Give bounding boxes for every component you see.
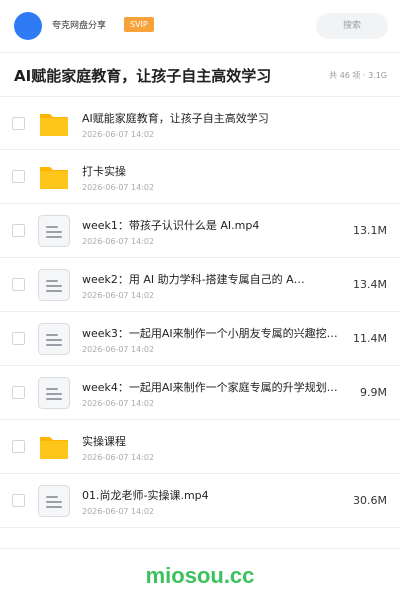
file-name[interactable]: week2：用 AI 助力学科-搭建专属自己的 A… <box>82 272 338 288</box>
document-icon <box>37 376 71 410</box>
file-date: 2026-06-07 14:02 <box>82 291 155 300</box>
document-icon <box>37 322 71 356</box>
watermark: miosou.cc <box>145 563 255 588</box>
select-checkbox[interactable] <box>12 494 25 507</box>
file-row[interactable]: 01.尚龙老师-实操课.mp4 2026-06-07 14:02 30.6M <box>0 474 400 528</box>
file-row[interactable]: 实操课程 2026-06-07 14:02 <box>0 420 400 474</box>
select-checkbox[interactable] <box>12 170 25 183</box>
avatar[interactable] <box>14 12 42 40</box>
file-row[interactable]: week3：一起用AI来制作一个小朋友专属的兴趣挖… 2026-06-07 14:… <box>0 312 400 366</box>
file-date: 2026-06-07 14:02 <box>82 453 155 462</box>
select-checkbox[interactable] <box>12 224 25 237</box>
select-checkbox[interactable] <box>12 386 25 399</box>
search-input[interactable]: 搜索 <box>316 13 388 39</box>
file-row[interactable]: AI赋能家庭教育，让孩子自主高效学习 2026-06-07 14:02 <box>0 96 400 150</box>
file-size: 13.1M <box>353 224 387 237</box>
share-name: 夸克网盘分享 <box>52 21 107 31</box>
item-summary: 共 46 项 · 3.1G <box>329 71 387 80</box>
file-size: 11.4M <box>353 332 387 345</box>
file-row[interactable]: week4：一起用AI来制作一个家庭专属的升学规划… 2026-06-07 14:… <box>0 366 400 420</box>
file-date: 2026-06-07 14:02 <box>82 183 155 192</box>
document-icon <box>37 484 71 518</box>
file-date: 2026-06-07 14:02 <box>82 399 155 408</box>
file-row[interactable]: 打卡实操 2026-06-07 14:02 <box>0 150 400 204</box>
folder-icon <box>37 107 71 141</box>
document-icon <box>37 214 71 248</box>
file-name[interactable]: week3：一起用AI来制作一个小朋友专属的兴趣挖… <box>82 326 338 342</box>
file-date: 2026-06-07 14:02 <box>82 507 155 516</box>
file-size: 9.9M <box>360 386 387 399</box>
file-date: 2026-06-07 14:02 <box>82 345 155 354</box>
folder-icon <box>37 160 71 194</box>
select-checkbox[interactable] <box>12 440 25 453</box>
page-title: AI赋能家庭教育，让孩子自主高效学习 <box>14 67 272 85</box>
file-row[interactable]: week1：带孩子认识什么是 AI.mp4 2026-06-07 14:02 13.… <box>0 204 400 258</box>
document-icon <box>37 268 71 302</box>
file-name[interactable]: 实操课程 <box>82 434 338 450</box>
file-name[interactable]: 打卡实操 <box>82 164 338 180</box>
file-size: 13.4M <box>353 278 387 291</box>
share-header: 夸克网盘分享 SVIP 搜索 <box>0 0 400 52</box>
file-row[interactable]: week2：用 AI 助力学科-搭建专属自己的 A… 2026-06-07 14:… <box>0 258 400 312</box>
file-size: 30.6M <box>353 494 387 507</box>
svip-badge: SVIP <box>124 17 154 32</box>
select-checkbox[interactable] <box>12 117 25 130</box>
title-bar: AI赋能家庭教育，让孩子自主高效学习 共 46 项 · 3.1G <box>0 53 400 99</box>
file-name[interactable]: week4：一起用AI来制作一个家庭专属的升学规划… <box>82 380 338 396</box>
file-name[interactable]: week1：带孩子认识什么是 AI.mp4 <box>82 218 338 234</box>
select-checkbox[interactable] <box>12 278 25 291</box>
select-checkbox[interactable] <box>12 332 25 345</box>
file-date: 2026-06-07 14:02 <box>82 130 155 139</box>
folder-icon <box>37 430 71 464</box>
file-date: 2026-06-07 14:02 <box>82 237 155 246</box>
file-name[interactable]: AI赋能家庭教育，让孩子自主高效学习 <box>82 111 338 127</box>
footer-divider <box>0 548 400 549</box>
file-name[interactable]: 01.尚龙老师-实操课.mp4 <box>82 488 338 504</box>
